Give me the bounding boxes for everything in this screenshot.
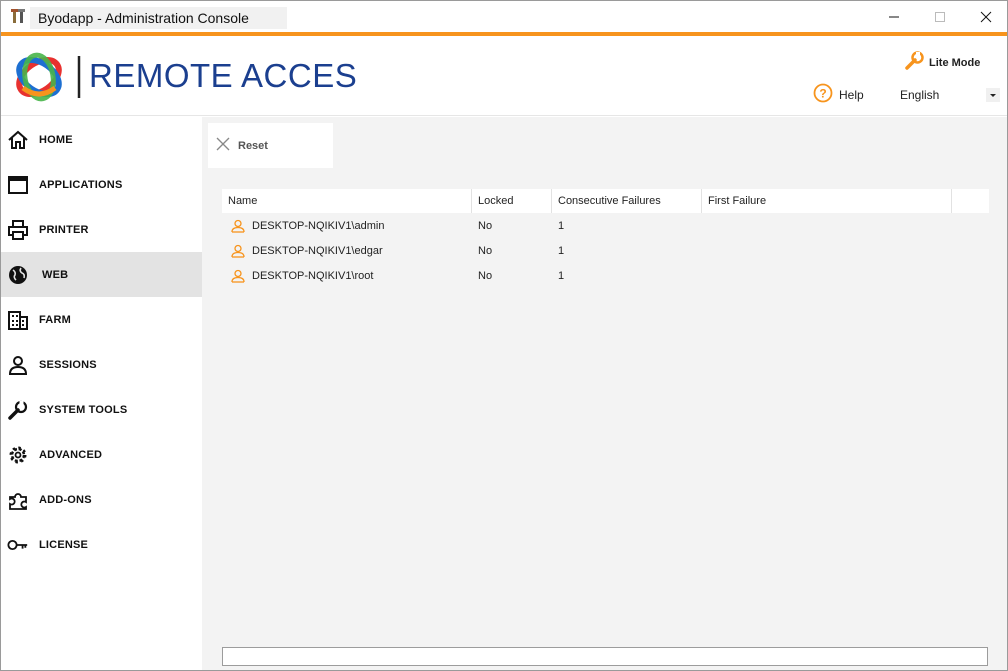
sidebar-item-label: SYSTEM TOOLS [39,403,128,416]
home-icon [7,129,29,151]
column-header-first-failure[interactable]: First Failure [702,189,952,213]
remote-acces-logo: REMOTE ACCES [13,48,373,106]
sidebar-item-label: FARM [39,313,71,326]
svg-text:?: ? [819,87,826,101]
column-header-locked[interactable]: Locked [472,189,552,213]
column-header-consecutive-failures[interactable]: Consecutive Failures [552,189,702,213]
reset-button[interactable]: Reset [216,137,268,154]
sidebar-item-web[interactable]: WEB [1,252,202,297]
help-button[interactable]: ? Help [813,83,864,106]
svg-text:REMOTE ACCES: REMOTE ACCES [89,57,357,94]
key-icon [7,534,29,556]
wrench-icon [903,50,925,75]
sidebar-item-label: APPLICATIONS [39,178,123,191]
sidebar-item-add-ons[interactable]: ADD-ONS [1,477,202,522]
printer-icon [7,219,29,241]
user-icon [231,269,245,283]
window-title: Byodapp - Administration Console [30,7,287,29]
cell-name: DESKTOP-NQIKIV1\admin [252,220,385,232]
user-icon [231,244,245,258]
close-button[interactable] [963,1,1008,32]
sidebar-item-label: LICENSE [39,538,89,551]
wrench-icon [7,399,29,421]
maximize-button[interactable] [917,1,963,32]
sidebar-item-system-tools[interactable]: SYSTEM TOOLS [1,387,202,432]
sidebar: HOME APPLICATIONS PRINTER WEB FARM SESSI… [1,117,202,670]
sidebar-item-farm[interactable]: FARM [1,297,202,342]
sidebar-item-license[interactable]: LICENSE [1,522,202,567]
column-header-name[interactable]: Name [222,189,472,213]
help-icon: ? [813,83,833,106]
chevron-down-icon[interactable] [986,88,1000,102]
building-icon [7,309,29,331]
gear-icon [7,444,29,466]
sidebar-item-label: SESSIONS [39,358,97,371]
close-icon [216,137,230,154]
table-row[interactable]: DESKTOP-NQIKIV1\root No 1 [222,264,989,289]
minimize-button[interactable] [871,1,917,32]
sidebar-item-label: ADD-ONS [39,493,92,506]
cell-failures: 1 [558,270,565,282]
main-content: Reset Name Locked Consecutive Failures F… [202,117,1007,670]
language-value: English [900,88,940,102]
reset-label: Reset [238,139,268,152]
sidebar-item-label: WEB [42,268,69,281]
cell-failures: 1 [558,245,565,257]
table-header: Name Locked Consecutive Failures First F… [222,189,989,213]
user-icon [7,354,29,376]
sidebar-item-label: HOME [39,133,73,146]
help-label: Help [839,87,864,102]
cell-locked: No [478,245,493,257]
sidebar-item-label: PRINTER [39,223,89,236]
lite-mode-button[interactable]: Lite Mode [903,50,980,75]
sidebar-item-applications[interactable]: APPLICATIONS [1,162,202,207]
cell-name: DESKTOP-NQIKIV1\root [252,270,374,282]
puzzle-icon [7,489,29,511]
window-icon [7,174,29,196]
app-tools-icon [10,7,28,25]
user-icon [231,219,245,233]
cell-locked: No [478,220,493,232]
sidebar-item-sessions[interactable]: SESSIONS [1,342,202,387]
status-bar [222,647,988,666]
app-window: Byodapp - Administration Console REMOTE … [0,0,1008,671]
sidebar-item-printer[interactable]: PRINTER [1,207,202,252]
sidebar-item-home[interactable]: HOME [1,117,202,162]
cell-name: DESKTOP-NQIKIV1\edgar [252,245,383,257]
lite-mode-label: Lite Mode [929,56,981,69]
cell-failures: 1 [558,220,565,232]
table-row[interactable]: DESKTOP-NQIKIV1\admin No 1 [222,214,989,239]
toolbar: Reset [208,123,333,168]
language-select[interactable]: English [898,85,1002,105]
sidebar-item-label: ADVANCED [39,448,103,461]
users-table: Name Locked Consecutive Failures First F… [222,189,989,609]
table-row[interactable]: DESKTOP-NQIKIV1\edgar No 1 [222,239,989,264]
sidebar-item-advanced[interactable]: ADVANCED [1,432,202,477]
header: REMOTE ACCES Lite Mode ? Help English [1,36,1007,116]
title-bar[interactable]: Byodapp - Administration Console [1,1,1007,32]
globe-icon [7,264,29,286]
cell-locked: No [478,270,493,282]
